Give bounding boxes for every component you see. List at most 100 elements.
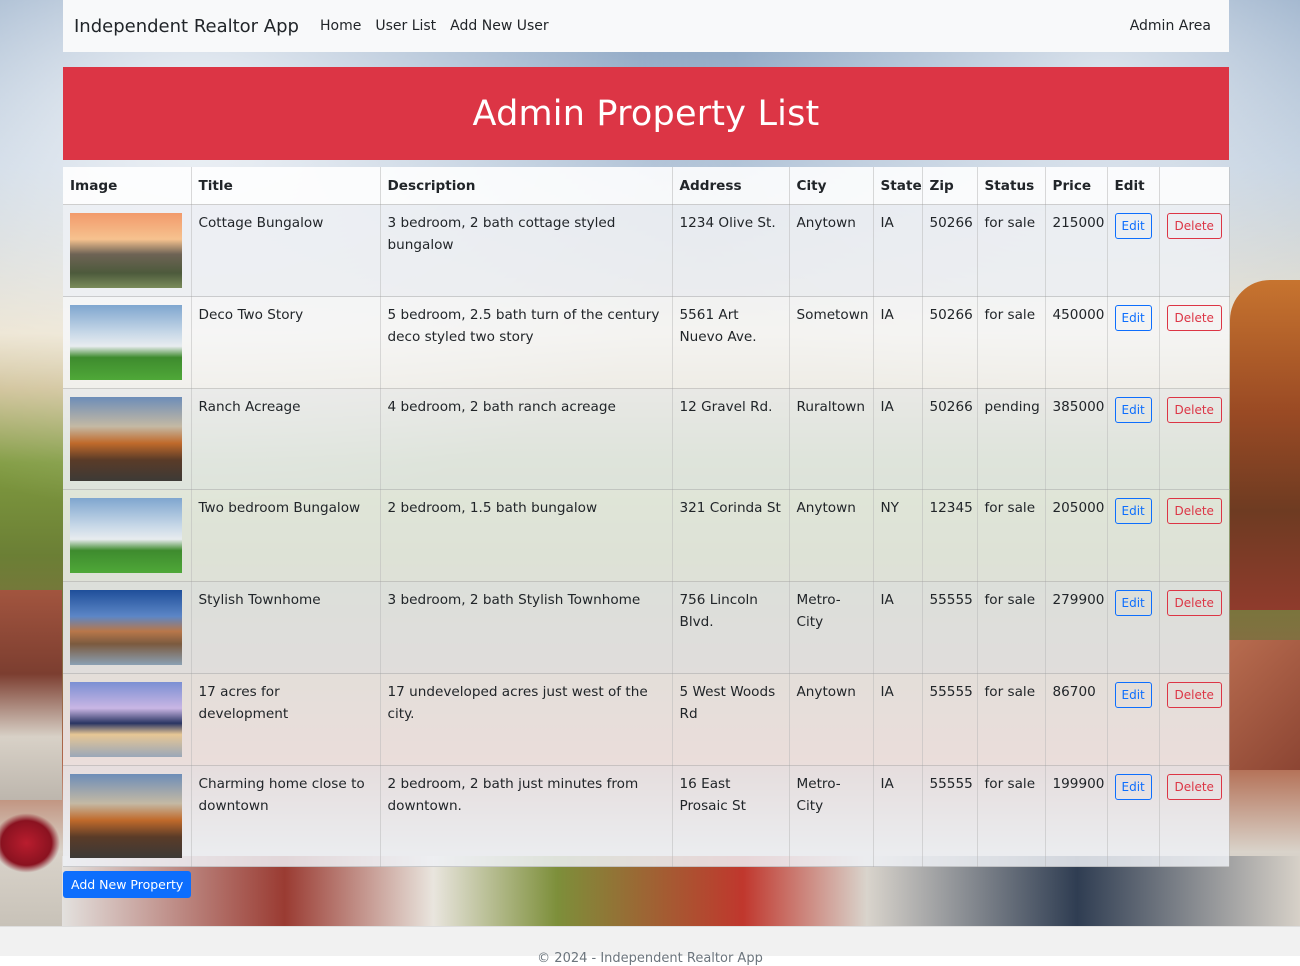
property-image-cell — [63, 489, 192, 582]
edit-button[interactable]: Edit — [1114, 590, 1152, 616]
property-price: 215000 — [1045, 204, 1108, 297]
property-image — [70, 213, 182, 288]
property-address: 16 East Prosaic St — [672, 765, 790, 867]
property-description: 17 undeveloped acres just west of the ci… — [380, 673, 673, 766]
background-roof — [1228, 640, 1300, 770]
brand-link[interactable]: Independent Realtor App — [74, 16, 299, 37]
nav-user-list[interactable]: User List — [375, 18, 436, 34]
table-row: Stylish Townhome 3 bedroom, 2 bath Stylis… — [63, 581, 1230, 674]
property-status: for sale — [977, 765, 1046, 867]
page-banner: Admin Property List — [63, 67, 1229, 160]
property-price: 86700 — [1045, 673, 1108, 766]
property-zip: 50266 — [922, 388, 978, 490]
delete-cell: Delete — [1159, 581, 1230, 674]
edit-cell: Edit — [1107, 489, 1160, 582]
property-state: NY — [873, 489, 923, 582]
property-description: 2 bedroom, 1.5 bath bungalow — [380, 489, 673, 582]
delete-cell: Delete — [1159, 204, 1230, 297]
property-status: for sale — [977, 673, 1046, 766]
property-state: IA — [873, 388, 923, 490]
add-new-property-button[interactable]: Add New Property — [63, 871, 192, 898]
property-zip: 55555 — [922, 581, 978, 674]
delete-button[interactable]: Delete — [1166, 682, 1222, 708]
delete-button[interactable]: Delete — [1166, 774, 1222, 800]
nav-home[interactable]: Home — [320, 18, 361, 34]
header-address: Address — [672, 167, 790, 205]
property-city: Metro-City — [789, 581, 874, 674]
edit-cell: Edit — [1107, 296, 1160, 389]
property-zip: 50266 — [922, 296, 978, 389]
delete-cell: Delete — [1159, 765, 1230, 867]
delete-button[interactable]: Delete — [1166, 498, 1222, 524]
header-city: City — [789, 167, 874, 205]
property-city: Ruraltown — [789, 388, 874, 490]
header-description: Description — [380, 167, 673, 205]
property-price: 385000 — [1045, 388, 1108, 490]
property-image — [70, 774, 182, 858]
property-title: Stylish Townhome — [191, 581, 381, 674]
background-car — [0, 808, 66, 878]
property-image-cell — [63, 581, 192, 674]
property-title: Deco Two Story — [191, 296, 381, 389]
property-image — [70, 305, 182, 380]
property-title: 17 acres for development — [191, 673, 381, 766]
edit-button[interactable]: Edit — [1114, 213, 1152, 239]
property-zip: 55555 — [922, 673, 978, 766]
property-price: 205000 — [1045, 489, 1108, 582]
footer: © 2024 - Independent Realtor App — [0, 926, 1300, 966]
property-city: Anytown — [789, 489, 874, 582]
property-city: Anytown — [789, 204, 874, 297]
property-image — [70, 682, 182, 757]
top-navbar: Independent Realtor App Home User List A… — [63, 0, 1229, 52]
delete-cell: Delete — [1159, 489, 1230, 582]
delete-cell: Delete — [1159, 296, 1230, 389]
property-description: 2 bedroom, 2 bath just minutes from down… — [380, 765, 673, 867]
delete-button[interactable]: Delete — [1166, 397, 1222, 423]
property-description: 4 bedroom, 2 bath ranch acreage — [380, 388, 673, 490]
property-title: Cottage Bungalow — [191, 204, 381, 297]
table-row: Deco Two Story 5 bedroom, 2.5 bath turn o… — [63, 296, 1230, 389]
delete-button[interactable]: Delete — [1166, 305, 1222, 331]
nav-admin-area[interactable]: Admin Area — [1130, 18, 1211, 34]
property-address: 756 Lincoln Blvd. — [672, 581, 790, 674]
nav-add-new-user[interactable]: Add New User — [450, 18, 548, 34]
edit-button[interactable]: Edit — [1114, 498, 1152, 524]
delete-cell: Delete — [1159, 388, 1230, 490]
property-price: 279900 — [1045, 581, 1108, 674]
edit-button[interactable]: Edit — [1114, 682, 1152, 708]
property-price: 450000 — [1045, 296, 1108, 389]
property-address: 5561 Art Nuevo Ave. — [672, 296, 790, 389]
background-hill — [1230, 280, 1300, 610]
property-status: for sale — [977, 296, 1046, 389]
background-house — [0, 590, 62, 800]
edit-cell: Edit — [1107, 673, 1160, 766]
property-image — [70, 498, 182, 573]
property-address: 12 Gravel Rd. — [672, 388, 790, 490]
edit-button[interactable]: Edit — [1114, 774, 1152, 800]
property-price: 199900 — [1045, 765, 1108, 867]
property-description: 3 bedroom, 2 bath cottage styled bungalo… — [380, 204, 673, 297]
property-state: IA — [873, 581, 923, 674]
property-address: 5 West Woods Rd — [672, 673, 790, 766]
property-city: Metro-City — [789, 765, 874, 867]
edit-cell: Edit — [1107, 765, 1160, 867]
header-state: State — [873, 167, 923, 205]
table-row: 17 acres for development 17 undeveloped a… — [63, 673, 1230, 766]
property-image-cell — [63, 388, 192, 490]
property-status: for sale — [977, 204, 1046, 297]
edit-cell: Edit — [1107, 581, 1160, 674]
edit-button[interactable]: Edit — [1114, 305, 1152, 331]
property-city: Anytown — [789, 673, 874, 766]
delete-button[interactable]: Delete — [1166, 590, 1222, 616]
property-image-cell — [63, 204, 192, 297]
delete-button[interactable]: Delete — [1166, 213, 1222, 239]
delete-cell: Delete — [1159, 673, 1230, 766]
header-title: Title — [191, 167, 381, 205]
footer-text: © 2024 - Independent Realtor App — [537, 951, 763, 966]
property-status: pending — [977, 388, 1046, 490]
edit-cell: Edit — [1107, 388, 1160, 490]
header-delete — [1159, 167, 1230, 205]
page-title: Admin Property List — [472, 93, 820, 134]
edit-button[interactable]: Edit — [1114, 397, 1152, 423]
property-state: IA — [873, 296, 923, 389]
